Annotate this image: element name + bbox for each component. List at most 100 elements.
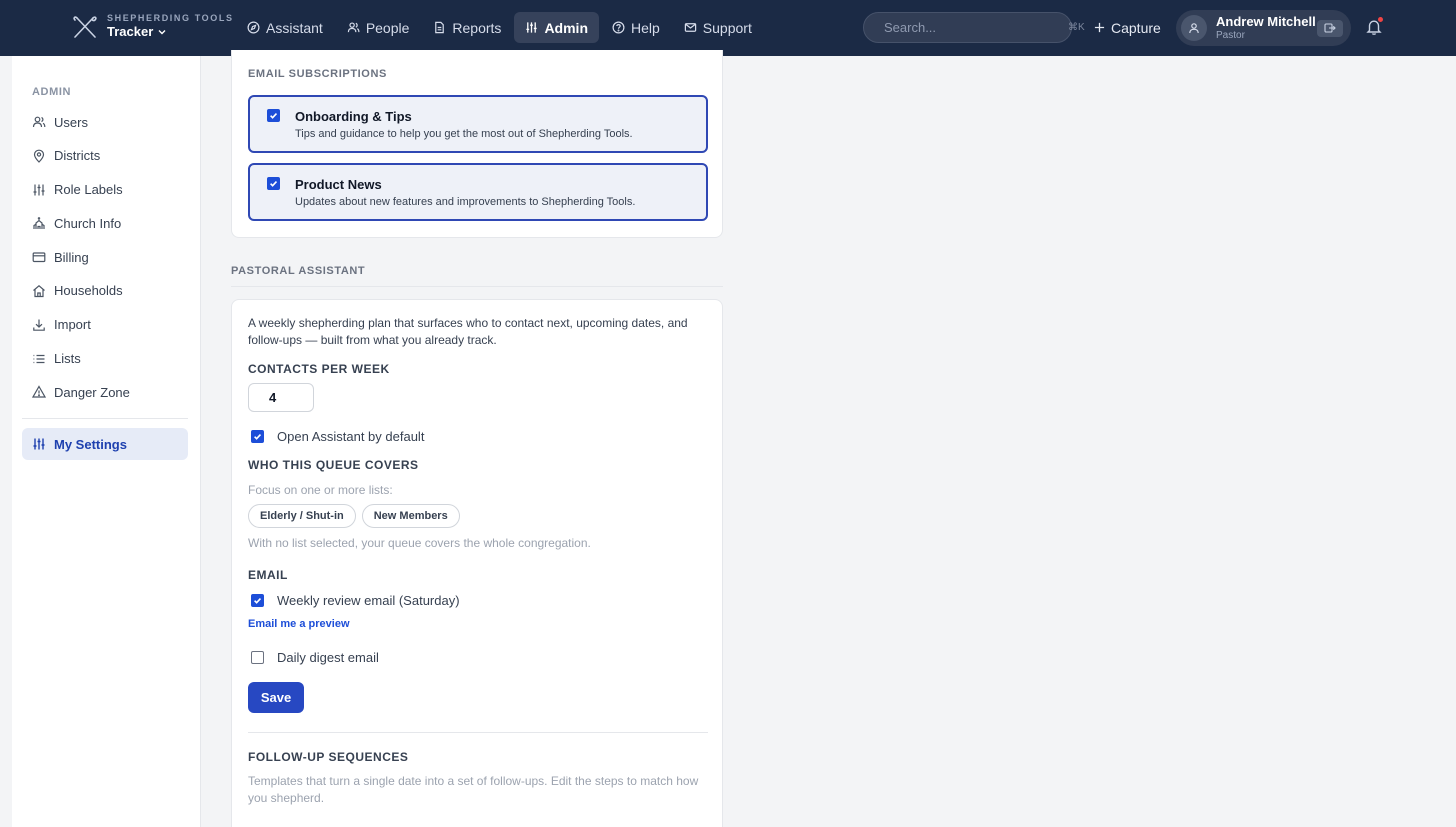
subscription-description: Tips and guidance to help you get the mo… [295,128,633,140]
brand-subtitle: SHEPHERDING TOOLS [107,13,234,23]
onboarding-tips-checkbox[interactable] [267,109,280,122]
followup-sequences-description: Templates that turn a single date into a… [248,774,699,805]
help-circle-icon [612,21,625,34]
sliders-icon [526,22,538,33]
nav-support[interactable]: Support [673,12,763,43]
daily-digest-checkbox[interactable] [251,651,264,664]
logout-button[interactable] [1317,19,1343,37]
user-role: Pastor [1216,29,1245,41]
sidebar-item-label: Lists [54,351,81,367]
nav-help[interactable]: Help [601,12,671,43]
chevron-down-icon [158,29,166,34]
weekly-review-checkbox[interactable] [251,594,264,607]
nav-assistant-label: Assistant [266,19,323,36]
plus-icon [1094,22,1105,33]
sidebar-item-danger-zone[interactable]: Danger Zone [22,376,188,408]
search-input[interactable] [884,20,1060,35]
capture-button[interactable]: Capture [1090,12,1165,43]
followup-sequences-label: FOLLOW-UP SEQUENCES [248,750,409,764]
brand-name[interactable]: Tracker [107,25,234,38]
nav-assistant[interactable]: Assistant [236,12,334,43]
mail-icon [684,23,697,32]
open-assistant-default-label: Open Assistant by default [277,429,425,444]
compass-icon [247,21,260,34]
search-box[interactable]: ⌘K [863,12,1085,43]
brand-name-label: Tracker [107,24,154,39]
sidebar-item-label: Role Labels [54,182,123,198]
sidebar-item-districts[interactable]: Districts [22,140,188,172]
followup-divider [248,732,708,733]
email-subscriptions-card: EMAIL SUBSCRIPTIONS Onboarding & Tips Ti… [231,50,723,238]
subscription-title: Onboarding & Tips [295,109,412,124]
sidebar-item-church-info[interactable]: Church Info [22,207,188,239]
sidebar-item-role-labels[interactable]: Role Labels [22,174,188,206]
shepherd-staff-logo-icon [72,13,98,39]
open-assistant-default-checkbox[interactable] [251,430,264,443]
sidebar-list: Users Districts Role Labels Church Info … [22,106,188,410]
user-name: Andrew Mitchell [1216,14,1316,30]
capture-label: Capture [1111,19,1161,36]
queue-covers-label: WHO THIS QUEUE COVERS [248,458,419,472]
sliders-icon [33,438,45,450]
nav-people[interactable]: People [336,12,421,43]
sidebar-item-my-settings[interactable]: My Settings [22,428,188,460]
home-icon [33,284,45,298]
sidebar-item-label: Danger Zone [54,384,130,400]
nav-help-label: Help [631,19,660,36]
sidebar-item-billing[interactable]: Billing [22,241,188,273]
sidebar-item-users[interactable]: Users [22,106,188,138]
pastoral-assistant-card: A weekly shepherding plan that surfaces … [231,299,723,827]
queue-hint: Focus on one or more lists: [248,483,393,497]
product-news-checkbox[interactable] [267,177,280,190]
checkmark-icon [270,180,278,187]
credit-card-icon [32,252,46,263]
map-pin-icon [33,149,45,163]
checkmark-icon [254,433,262,440]
sidebar-item-import[interactable]: Import [22,309,188,341]
list-chip[interactable]: New Members [361,504,460,528]
sidebar-item-label: Import [54,317,91,333]
subscription-product-news[interactable]: Product News Updates about new features … [248,163,708,221]
save-button[interactable]: Save [248,682,304,713]
email-label: EMAIL [248,568,288,582]
open-assistant-default-row[interactable]: Open Assistant by default [251,429,424,444]
user-icon [1189,23,1199,34]
users-icon [347,22,360,33]
notification-dot [1378,17,1383,22]
subscription-onboarding-tips[interactable]: Onboarding & Tips Tips and guidance to h… [248,95,708,153]
sidebar-item-label: Billing [54,249,89,265]
subscription-title: Product News [295,177,382,192]
warning-icon [32,385,46,398]
search-shortcut: ⌘K [1068,22,1085,33]
email-preview-link[interactable]: Email me a preview [248,618,350,630]
pastoral-assistant-heading: PASTORAL ASSISTANT [231,265,366,277]
weekly-review-label: Weekly review email (Saturday) [277,593,460,608]
list-chip[interactable]: Elderly / Shut-in [248,504,356,528]
sidebar-heading: ADMIN [32,86,72,98]
user-info: Andrew Mitchell Pastor [1216,14,1317,41]
checkmark-icon [270,112,278,119]
daily-digest-row[interactable]: Daily digest email [251,650,379,665]
daily-digest-label: Daily digest email [277,650,379,665]
nav-admin-label: Admin [544,19,588,36]
sliders-icon [33,184,45,196]
brand[interactable]: SHEPHERDING TOOLS Tracker [72,13,234,39]
checkmark-icon [254,597,262,604]
assistant-intro: A weekly shepherding plan that surfaces … [248,316,688,347]
nav-people-label: People [365,19,410,36]
sidebar-item-label: Users [54,114,88,130]
email-subscriptions-heading: EMAIL SUBSCRIPTIONS [248,68,387,80]
users-icon [32,116,46,128]
download-icon [33,319,45,331]
sidebar-item-label: Districts [54,148,101,164]
sidebar-item-label: Households [54,283,123,299]
list-chips: Elderly / Shut-in New Members [248,504,460,528]
church-icon [33,217,45,230]
sidebar-item-lists[interactable]: Lists [22,343,188,375]
user-menu[interactable]: Andrew Mitchell Pastor [1176,10,1351,46]
sidebar-item-households[interactable]: Households [22,275,188,307]
nav-admin[interactable]: Admin [514,12,599,43]
weekly-review-row[interactable]: Weekly review email (Saturday) [251,593,460,608]
nav-reports[interactable]: Reports [422,12,512,43]
contacts-per-week-input[interactable] [248,383,314,412]
